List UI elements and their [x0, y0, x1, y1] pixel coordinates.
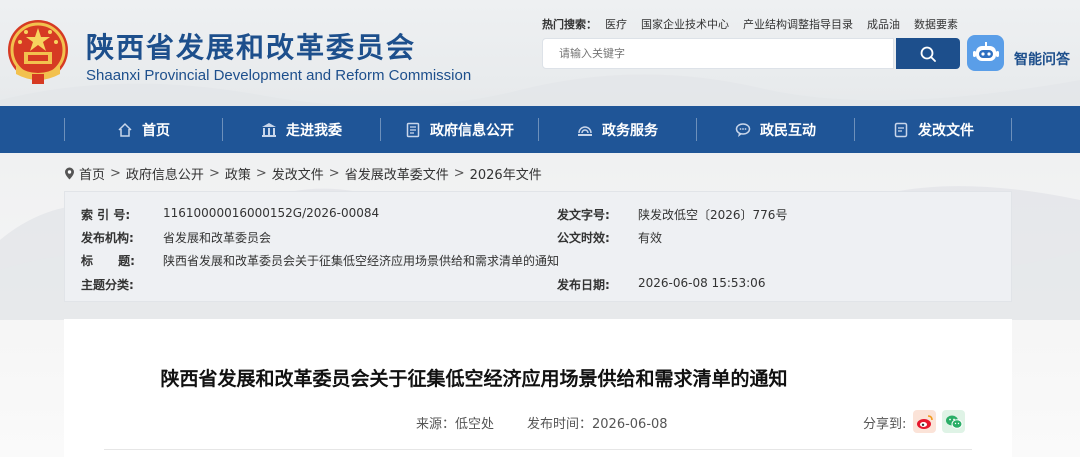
hot-search-link[interactable]: 数据要素 — [914, 16, 958, 32]
nav-item-label: 政府信息公开 — [430, 122, 514, 139]
nav-item-label: 政民互动 — [760, 122, 816, 139]
ai-assistant-label[interactable]: 智能问答 — [1014, 49, 1070, 69]
search-input[interactable] — [543, 39, 893, 68]
robot-icon — [972, 42, 999, 61]
search-icon — [920, 46, 936, 62]
ai-assistant-button[interactable] — [967, 35, 1004, 71]
validity-label: 公文时效: — [557, 231, 610, 245]
title-label: 标 题: — [81, 254, 135, 268]
org-value: 省发展和改革委员会 — [163, 231, 272, 245]
nav-item-gov-info[interactable]: 政府信息公开 — [380, 106, 538, 153]
nav-item-label: 政务服务 — [602, 122, 658, 139]
file-icon — [892, 121, 910, 139]
breadcrumb-separator: > — [328, 166, 340, 181]
share-label: 分享到: — [863, 417, 907, 432]
share-wechat-button[interactable] — [942, 410, 965, 433]
main-nav: 首页 走进我委 政府信息公开 政务服务 政民互动 发改文件 — [0, 106, 1080, 153]
topic-label: 主题分类: — [81, 278, 134, 292]
nav-item-home[interactable]: 首页 — [64, 106, 222, 153]
date-label: 发布日期: — [557, 278, 610, 292]
nav-item-label: 走进我委 — [286, 122, 342, 139]
breadcrumb-item[interactable]: 发改文件 — [272, 164, 324, 183]
nav-item-documents[interactable]: 发改文件 — [854, 106, 1012, 153]
breadcrumb: 首页 > 政府信息公开 > 政策 > 发改文件 > 省发展改革委文件 > 202… — [64, 164, 542, 183]
location-pin-icon — [65, 167, 74, 180]
national-emblem-logo — [8, 20, 68, 84]
nav-item-services[interactable]: 政务服务 — [538, 106, 696, 153]
weibo-icon — [916, 414, 933, 429]
article-source: 来源：低空处 — [416, 417, 495, 432]
nav-item-label: 首页 — [142, 122, 170, 139]
wechat-icon — [945, 415, 962, 429]
building-icon — [260, 121, 278, 139]
share-weibo-button[interactable] — [913, 410, 936, 433]
breadcrumb-separator: > — [110, 166, 121, 181]
org-label: 发布机构: — [81, 231, 134, 245]
breadcrumb-separator: > — [255, 166, 267, 181]
home-icon — [116, 121, 134, 139]
nav-item-interaction[interactable]: 政民互动 — [696, 106, 854, 153]
document-icon — [404, 121, 422, 139]
breadcrumb-item[interactable]: 2026年文件 — [470, 164, 542, 183]
index-value: 11610000016000152G/2026-00084 — [163, 206, 380, 220]
service-icon — [576, 121, 594, 139]
hot-search-link[interactable]: 国家企业技术中心 — [641, 16, 729, 32]
nav-item-about[interactable]: 走进我委 — [222, 106, 380, 153]
site-title: 陕西省发展和改革委员会 — [86, 31, 417, 64]
hot-search-label: 热门搜索： — [542, 18, 597, 31]
title-value: 陕西省发展和改革委员会关于征集低空经济应用场景供给和需求清单的通知 — [163, 254, 560, 268]
article-publish-time: 发布时间：2026-06-08 — [527, 417, 668, 432]
validity-value: 有效 — [638, 231, 663, 245]
meta-divider — [104, 449, 972, 450]
hot-search-link[interactable]: 成品油 — [867, 16, 900, 32]
hot-search-link[interactable]: 医疗 — [605, 16, 627, 32]
breadcrumb-item[interactable]: 政府信息公开 — [126, 164, 204, 183]
breadcrumb-item[interactable]: 首页 — [79, 164, 105, 183]
article-title: 陕西省发展和改革委员会关于征集低空经济应用场景供给和需求清单的通知 — [160, 368, 788, 390]
chat-icon — [734, 121, 752, 139]
hot-search-bar: 热门搜索： 医疗 国家企业技术中心 产业结构调整指导目录 成品油 数据要素 — [542, 16, 958, 32]
nav-item-label: 发改文件 — [918, 122, 974, 139]
search-box — [542, 38, 894, 69]
breadcrumb-separator: > — [208, 166, 220, 181]
index-label: 索 引 号: — [81, 208, 131, 222]
site-header: 陕西省发展和改革委员会 Shaanxi Provincial Developme… — [0, 0, 1080, 106]
date-value: 2026-06-08 15:53:06 — [638, 276, 766, 290]
hot-search-link[interactable]: 产业结构调整指导目录 — [743, 16, 853, 32]
breadcrumb-separator: > — [453, 166, 465, 181]
search-button[interactable] — [896, 38, 960, 69]
docno-label: 发文字号: — [557, 208, 610, 222]
site-subtitle: Shaanxi Provincial Development and Refor… — [86, 67, 472, 84]
document-info-box: 索 引 号: 11610000016000152G/2026-00084 发文字… — [64, 191, 1012, 302]
docno-value: 陕发改低空〔2026〕776号 — [638, 208, 788, 222]
breadcrumb-item[interactable]: 政策 — [225, 164, 251, 183]
breadcrumb-item[interactable]: 省发展改革委文件 — [345, 164, 449, 183]
